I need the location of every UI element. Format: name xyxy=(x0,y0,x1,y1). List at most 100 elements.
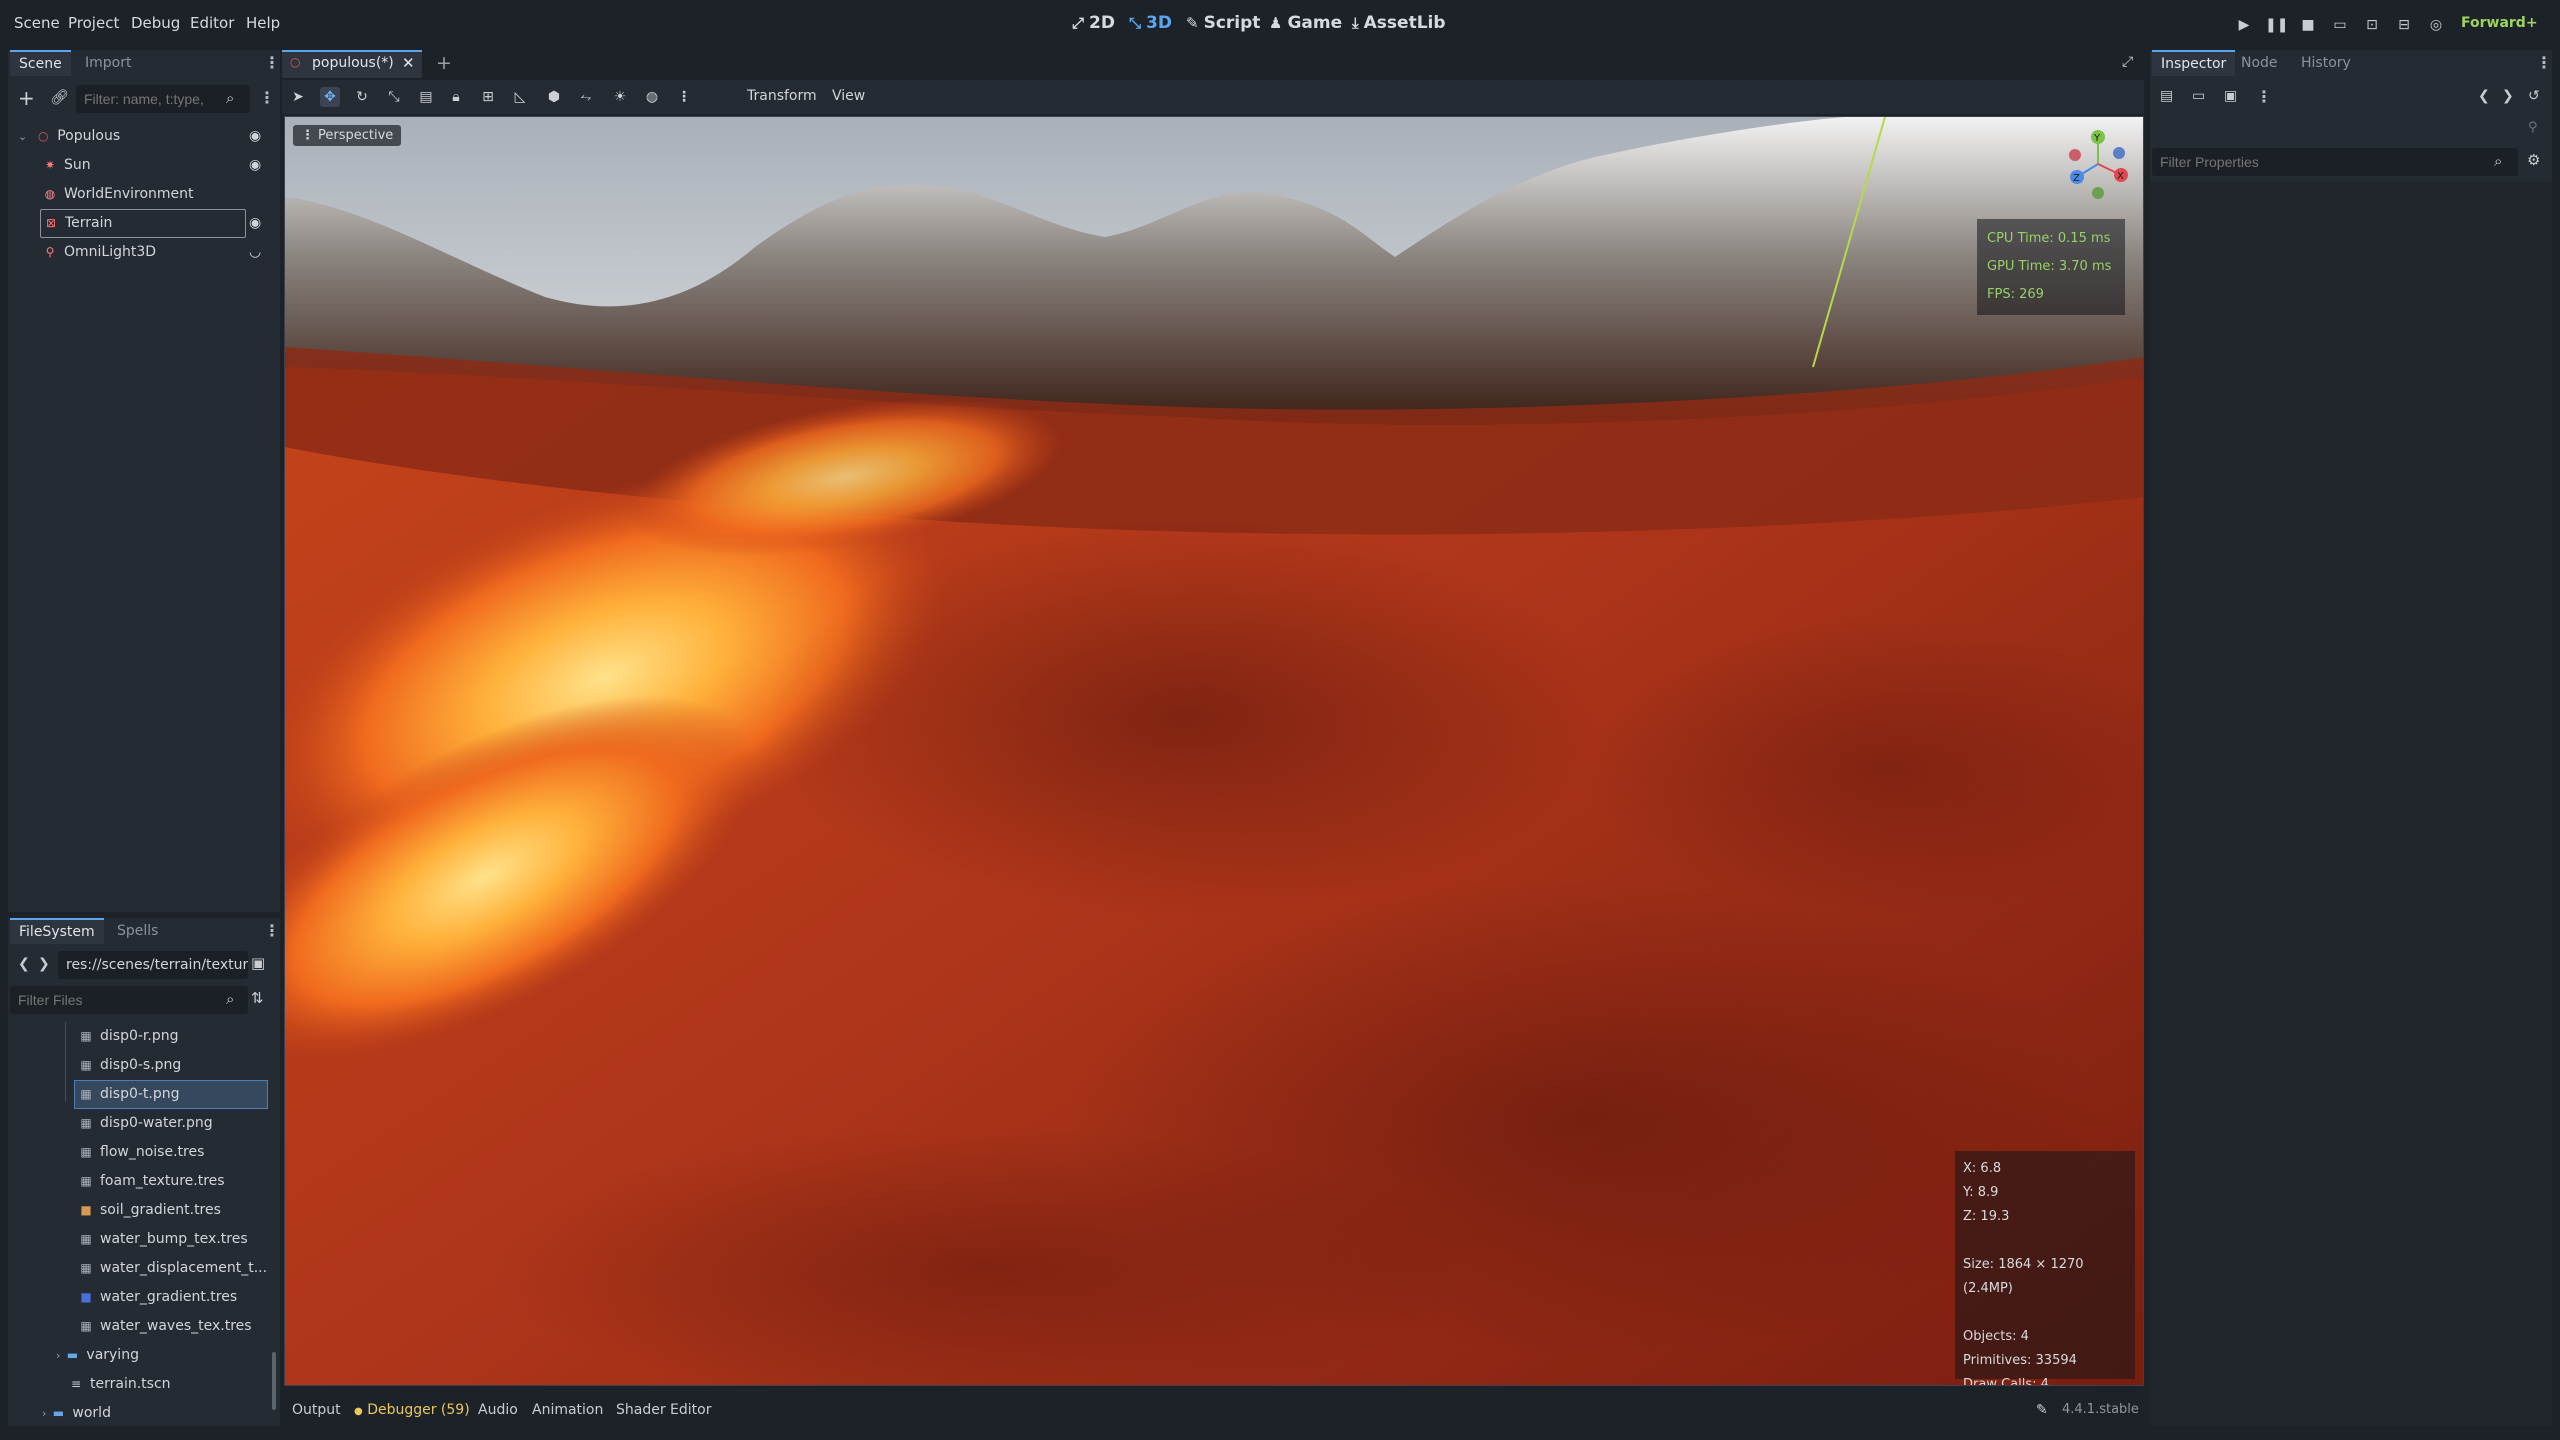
filter-files-input[interactable] xyxy=(10,986,248,1014)
snap-icon[interactable]: ⥊ xyxy=(576,87,596,107)
workspace-2d-button[interactable]: ⤢ 2D xyxy=(1072,13,1115,33)
add-node-icon[interactable]: + xyxy=(18,86,35,110)
expand-icon[interactable]: › xyxy=(42,1407,46,1420)
load-resource-icon[interactable]: ▭ xyxy=(2192,88,2205,104)
scene-filter-input[interactable] xyxy=(76,85,250,113)
instance-scene-icon[interactable]: 🔗︎ xyxy=(50,88,69,106)
scene-dock-menu-icon[interactable]: ⋮ xyxy=(264,53,280,72)
workspace-assetlib-button[interactable]: ⤓ AssetLib xyxy=(1352,13,1446,33)
history-forward-icon[interactable]: ❯ xyxy=(2502,88,2514,104)
scrollbar[interactable] xyxy=(272,1352,276,1410)
tree-node-omnilight3d[interactable]: ⚲ OmniLight3D xyxy=(42,238,272,267)
path-field[interactable]: res://scenes/terrain/textur xyxy=(58,951,248,979)
run-custom-scene-icon[interactable]: ⊟ xyxy=(2393,14,2415,36)
menu-editor[interactable]: Editor xyxy=(190,14,234,32)
move-tool-icon[interactable]: ✥ xyxy=(320,87,340,107)
tab-output[interactable]: Output xyxy=(292,1402,341,1418)
tab-debugger[interactable]: ● Debugger (59) xyxy=(354,1402,470,1418)
workspace-script-button[interactable]: ✎ Script xyxy=(1186,13,1260,33)
filesystem-dock-menu-icon[interactable]: ⋮ xyxy=(264,921,280,940)
more-options-icon[interactable]: ⋮ xyxy=(674,87,694,107)
select-tool-icon[interactable]: ➤ xyxy=(288,87,308,107)
view-gizmo[interactable]: Y X Z xyxy=(2059,125,2137,203)
tab-scene[interactable]: Scene xyxy=(10,50,71,76)
file-item[interactable]: ▦ foam_texture.tres xyxy=(78,1167,224,1196)
scene-tab-populous[interactable]: ○ populous(*) ✕ xyxy=(282,50,422,78)
file-item[interactable]: ■ water_gradient.tres xyxy=(78,1283,237,1312)
tab-filesystem[interactable]: FileSystem xyxy=(10,918,104,944)
3d-viewport[interactable]: ⋮ Perspective Y X Z CPU Time: 0.15 ms GPU… xyxy=(284,116,2144,1386)
toggle-split-icon[interactable]: ▣ xyxy=(251,954,265,972)
tree-node-terrain[interactable]: ⊠ Terrain xyxy=(40,209,246,238)
file-item[interactable]: ≡ terrain.tscn xyxy=(68,1370,171,1399)
renderer-selector[interactable]: Forward+ xyxy=(2461,15,2538,31)
visibility-eye-icon[interactable]: ◉ xyxy=(249,128,261,144)
sun-preview-icon[interactable]: ☀ xyxy=(610,87,630,107)
filter-properties-input[interactable] xyxy=(2152,148,2518,176)
remote-debug-icon[interactable]: ▭ xyxy=(2329,14,2351,36)
version-label[interactable]: 4.4.1.stable xyxy=(2062,1402,2139,1417)
menu-project[interactable]: Project xyxy=(68,14,119,32)
expand-icon[interactable]: › xyxy=(56,1349,60,1362)
menu-debug[interactable]: Debug xyxy=(131,14,180,32)
back-icon[interactable]: ❮ xyxy=(18,956,30,972)
distraction-free-icon[interactable]: ⤢ xyxy=(2122,54,2133,70)
tab-import[interactable]: Import xyxy=(76,50,140,76)
file-item[interactable]: ▦ disp0-water.png xyxy=(78,1109,212,1138)
play-icon[interactable]: ▶ xyxy=(2233,14,2255,36)
tab-audio[interactable]: Audio xyxy=(478,1402,518,1418)
history-back-icon[interactable]: ❮ xyxy=(2478,88,2490,104)
scale-tool-icon[interactable]: ⤡ xyxy=(384,87,404,107)
file-item[interactable]: ▦ disp0-s.png xyxy=(78,1051,181,1080)
menu-help[interactable]: Help xyxy=(246,14,280,32)
edit-inspector-icon[interactable]: ⚲ xyxy=(2528,120,2538,135)
close-icon[interactable]: ✕ xyxy=(402,54,415,72)
tree-node-worldenvironment[interactable]: ◍ WorldEnvironment xyxy=(42,180,272,209)
new-resource-icon[interactable]: ▤ xyxy=(2160,88,2173,104)
collapse-icon[interactable]: ⌄ xyxy=(18,130,27,143)
tab-shader-editor[interactable]: Shader Editor xyxy=(616,1402,711,1418)
folder-item[interactable]: › ▬ world xyxy=(42,1399,111,1424)
view-menu[interactable]: View xyxy=(832,88,865,104)
selectable-list-icon[interactable]: ▤ xyxy=(416,87,436,107)
rotate-tool-icon[interactable]: ↻ xyxy=(352,87,372,107)
hidden-eye-icon[interactable]: ◡ xyxy=(249,244,261,260)
object-history-icon[interactable]: ↺ xyxy=(2528,88,2540,104)
tab-node[interactable]: Node xyxy=(2232,50,2287,76)
folder-item[interactable]: › ▬ varying xyxy=(56,1341,139,1370)
file-item[interactable]: ▦ disp0-r.png xyxy=(78,1022,178,1051)
tree-node-sun[interactable]: ✷ Sun xyxy=(42,151,272,180)
scene-tree-options-icon[interactable]: ⋮ xyxy=(259,88,275,107)
tree-node-populous[interactable]: ⌄ ○ Populous xyxy=(18,122,278,151)
stop-icon[interactable]: ■ xyxy=(2297,14,2319,36)
run-current-scene-icon[interactable]: ⊡ xyxy=(2361,14,2383,36)
tab-spells[interactable]: Spells xyxy=(108,918,167,944)
tab-history[interactable]: History xyxy=(2292,50,2360,76)
group-icon[interactable]: ⊞ xyxy=(478,87,498,107)
pause-icon[interactable]: ❚❚ xyxy=(2265,14,2288,36)
inspector-dock-menu-icon[interactable]: ⋮ xyxy=(2536,53,2552,72)
file-item[interactable]: ■ soil_gradient.tres xyxy=(78,1196,221,1225)
menu-scene[interactable]: Scene xyxy=(14,14,60,32)
transform-menu[interactable]: Transform xyxy=(747,88,817,104)
file-item-selected[interactable]: ▦ disp0-t.png xyxy=(74,1080,268,1109)
environment-preview-icon[interactable]: ◍ xyxy=(642,87,662,107)
file-item[interactable]: ▦ water_bump_tex.tres xyxy=(78,1225,247,1254)
local-space-icon[interactable]: ⬢ xyxy=(544,87,564,107)
sort-icon[interactable]: ⇅ xyxy=(251,989,264,1007)
tab-animation[interactable]: Animation xyxy=(532,1402,603,1418)
forward-icon[interactable]: ❯ xyxy=(38,956,50,972)
file-item[interactable]: ▦ water_waves_tex.tres xyxy=(78,1312,251,1341)
update-spinner-icon[interactable]: ✎ xyxy=(2036,1402,2048,1418)
tab-inspector[interactable]: Inspector xyxy=(2152,50,2236,76)
resource-options-icon[interactable]: ⋮ xyxy=(2256,87,2272,106)
file-item[interactable]: ▦ flow_noise.tres xyxy=(78,1138,204,1167)
file-item[interactable]: ▦ water_displacement_t... xyxy=(78,1254,267,1283)
workspace-3d-button[interactable]: ⤡ 3D xyxy=(1129,13,1172,33)
save-resource-icon[interactable]: ▣ xyxy=(2224,88,2237,104)
lock-icon[interactable]: 🔒︎ xyxy=(446,87,466,107)
add-scene-tab-icon[interactable]: + xyxy=(436,52,452,74)
visibility-eye-icon[interactable]: ◉ xyxy=(249,157,261,173)
movie-maker-icon[interactable]: ◎ xyxy=(2425,14,2447,36)
visibility-eye-icon[interactable]: ◉ xyxy=(249,215,261,231)
